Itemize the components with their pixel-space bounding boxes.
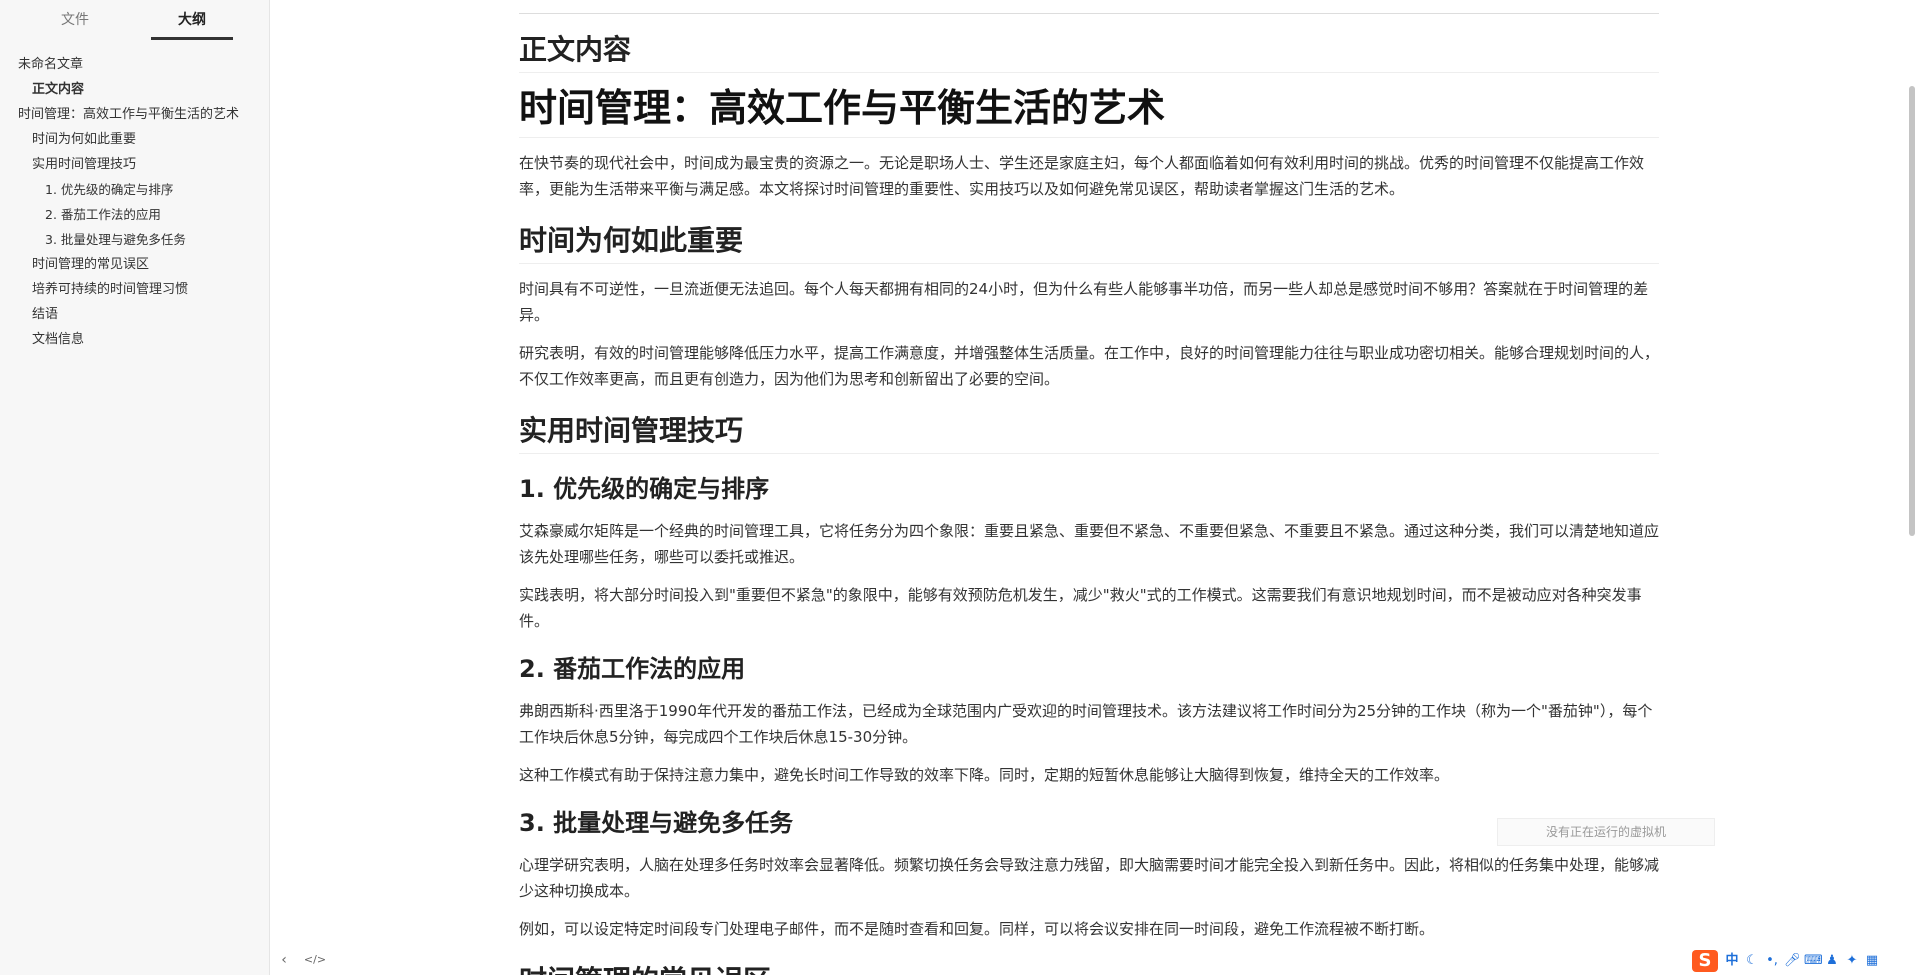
ime-toolbar: S 中 ☾ •, 🎤︎ ⌨ ♟ ✦ ▦ [1690,948,1917,975]
outline-item-untitled[interactable]: 未命名文章 [0,52,269,77]
paragraph: 实践表明，将大部分时间投入到"重要但不紧急"的象限中，能够有效预防危机发生，减少… [519,586,1642,630]
section-heading: 正文内容 [519,30,1659,73]
paragraph: 时间具有不可逆性，一旦流逝便无法追回。每个人每天都拥有相同的24小时，但为什么有… [519,280,1649,324]
outline-list: 未命名文章 正文内容 时间管理：高效工作与平衡生活的艺术 时间为何如此重要 实用… [0,52,269,352]
paragraph: 研究表明，有效的时间管理能够降低压力水平，提高工作满意度，并增强整体生活质量。在… [519,344,1659,388]
moon-icon[interactable]: ☾ [1744,953,1760,969]
user-icon[interactable]: ♟ [1824,953,1840,969]
outline-item-batch[interactable]: 3. 批量处理与避免多任务 [0,227,269,252]
article: 正文内容 时间管理：高效工作与平衡生活的艺术 在快节奏的现代社会中，时间成为最宝… [519,30,1659,975]
punctuation-icon[interactable]: •, [1764,953,1780,969]
heading-pitfalls: 时间管理的常见误区 [519,960,1659,975]
heading-priority: 1. 优先级的确定与排序 [519,475,770,503]
heading-batch: 3. 批量处理与避免多任务 [519,809,794,837]
article-title: 时间管理：高效工作与平衡生活的艺术 [519,81,1659,138]
outline-item-habits[interactable]: 培养可持续的时间管理习惯 [0,277,269,302]
scrollbar[interactable] [1905,0,1917,975]
outline-item-docinfo[interactable]: 文档信息 [0,327,269,352]
paragraph: 心理学研究表明，人脑在处理多任务时效率会显著降低。频繁切换任务会导致注意力残留，… [519,856,1659,900]
top-divider [519,13,1659,14]
outline-item-tips[interactable]: 实用时间管理技巧 [0,152,269,177]
sidebar: 文件 大纲 未命名文章 正文内容 时间管理：高效工作与平衡生活的艺术 时间为何如… [0,0,326,975]
keyboard-icon[interactable]: ⌨ [1804,953,1823,969]
paragraph: 这种工作模式有助于保持注意力集中，避免长时间工作导致的效率下降。同时，定期的短暂… [519,766,1450,784]
ime-mode-toggle[interactable]: 中 [1724,953,1740,969]
grid-menu-icon[interactable]: ▦ [1864,953,1880,969]
paragraph: 例如，可以设定特定时间段专门处理电子邮件，而不是随时查看和回复。同样，可以将会议… [519,920,1435,938]
tab-outline[interactable]: 大纲 [147,0,237,40]
paragraph: 艾森豪威尔矩阵是一个经典的时间管理工具，它将任务分为四个象限：重要且紧急、重要但… [519,522,1659,566]
outline-item-pomodoro[interactable]: 2. 番茄工作法的应用 [0,202,269,227]
outline-item-title[interactable]: 时间管理：高效工作与平衡生活的艺术 [0,102,269,127]
intro-paragraph: 在快节奏的现代社会中，时间成为最宝贵的资源之一。无论是职场人士、学生还是家庭主妇… [519,154,1645,198]
collapse-sidebar-button[interactable]: ‹ [272,950,296,970]
outline-item-why[interactable]: 时间为何如此重要 [0,127,269,152]
scrollbar-thumb[interactable] [1909,86,1915,536]
outline-item-priority[interactable]: 1. 优先级的确定与排序 [0,177,269,202]
heading-why: 时间为何如此重要 [519,220,1659,264]
tab-files[interactable]: 文件 [30,0,120,40]
source-code-icon[interactable]: </> [303,950,327,970]
outline-item-pitfalls[interactable]: 时间管理的常见误区 [0,252,269,277]
editor-content[interactable]: 正文内容 时间管理：高效工作与平衡生活的艺术 在快节奏的现代社会中，时间成为最宝… [519,0,1659,975]
outline-item-body[interactable]: 正文内容 [0,77,269,102]
outline-item-conclusion[interactable]: 结语 [0,302,269,327]
heading-tips: 实用时间管理技巧 [519,410,1659,454]
microphone-icon[interactable]: 🎤︎ [1784,953,1801,969]
sogou-logo-icon[interactable]: S [1692,950,1718,972]
paragraph: 弗朗西斯科·西里洛于1990年代开发的番茄工作法，已经成为全球范围内广受欢迎的时… [519,702,1653,746]
skin-icon[interactable]: ✦ [1844,953,1860,969]
sidebar-footer: ‹ </> [0,945,326,975]
vm-status-toast: 没有正在运行的虚拟机 [1497,818,1715,846]
sidebar-tabs: 文件 大纲 [0,0,269,40]
heading-pomodoro: 2. 番茄工作法的应用 [519,655,746,683]
